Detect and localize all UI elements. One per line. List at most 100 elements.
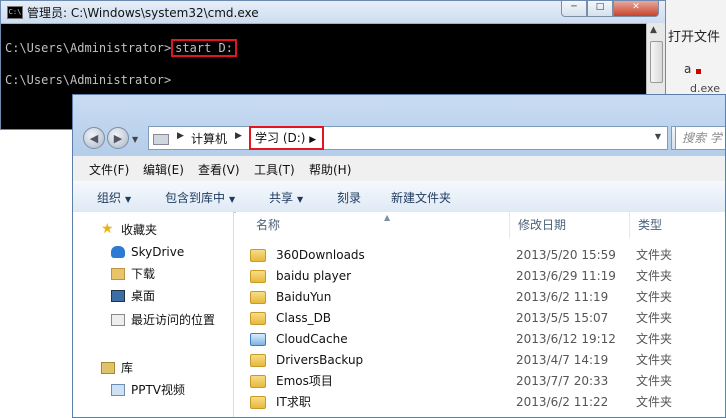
folder-icon: [250, 375, 266, 388]
table-row[interactable]: Class_DB 2013/5/5 15:07 文件夹: [236, 308, 725, 329]
file-type: 文件夹: [636, 395, 673, 409]
file-date: 2013/6/12 19:12: [516, 332, 616, 346]
scroll-up-icon[interactable]: ▲: [650, 25, 657, 35]
sort-up-icon: ▲: [384, 213, 391, 222]
column-header-date[interactable]: 修改日期: [510, 212, 630, 238]
library-icon: [101, 362, 115, 374]
cmd-line: C:\Users\Administrator>: [5, 73, 171, 87]
tool-label: 包含到库中: [165, 191, 226, 205]
organize-button[interactable]: 组织 ▼: [97, 189, 131, 206]
nav-libraries[interactable]: 库: [101, 358, 134, 378]
nav-item-desktop[interactable]: 桌面: [111, 286, 155, 306]
nav-favorites[interactable]: ★ 收藏夹: [101, 220, 158, 240]
file-list[interactable]: 名称 ▲ 修改日期 类型 360Downloads 2013/5/20 15:59…: [236, 212, 725, 417]
file-date: 2013/5/5 15:07: [516, 311, 609, 325]
share-button[interactable]: 共享 ▼: [269, 189, 303, 206]
nav-label: PPTV视频: [131, 383, 186, 397]
file-date: 2013/6/29 11:19: [516, 269, 616, 283]
file-type: 文件夹: [636, 353, 673, 367]
cmd-command-highlight: start D:: [171, 39, 237, 57]
red-square-icon: [696, 69, 701, 74]
column-label: 名称: [256, 218, 281, 232]
chevron-down-icon: ▼: [125, 195, 132, 204]
recent-places-icon: [111, 314, 125, 326]
menu-help[interactable]: 帮助(H): [309, 161, 351, 178]
cmd-title-bar[interactable]: C:\ 管理员: C:\Windows\system32\cmd.exe ─ □…: [1, 1, 665, 24]
file-type: 文件夹: [636, 311, 673, 325]
back-arrow-icon[interactable]: ◀: [83, 127, 105, 149]
menu-file[interactable]: 文件(F): [89, 161, 129, 178]
table-row[interactable]: baidu player 2013/6/29 11:19 文件夹: [236, 266, 725, 287]
desktop-icon: [111, 290, 125, 302]
breadcrumb-chevron-icon[interactable]: ▶: [177, 131, 184, 141]
close-button[interactable]: ✕: [613, 1, 659, 17]
table-row[interactable]: IT求职 2013/6/2 11:22 文件夹: [236, 392, 725, 413]
address-bar[interactable]: ▶ 计算机 ▶ 学习 (D:) ▶ ▼: [148, 126, 668, 150]
include-in-library-button[interactable]: 包含到库中 ▼: [165, 189, 235, 206]
nav-label: 库: [121, 361, 134, 375]
file-type: 文件夹: [636, 374, 673, 388]
cmd-window-title: 管理员: C:\Windows\system32\cmd.exe: [27, 6, 259, 20]
cmd-prompt: C:\Users\Administrator>: [5, 73, 172, 87]
navigation-pane[interactable]: ★ 收藏夹 SkyDrive 下载 桌面 最近访问的位置 库 PPTV视频: [73, 212, 234, 417]
table-row[interactable]: 360Downloads 2013/5/20 15:59 文件夹: [236, 245, 725, 266]
menu-tools[interactable]: 工具(T): [254, 161, 295, 178]
file-name: 360Downloads: [276, 248, 365, 262]
breadcrumb-drive-d[interactable]: 学习 (D:) ▶: [249, 126, 325, 150]
file-type: 文件夹: [636, 290, 673, 304]
file-type: 文件夹: [636, 248, 673, 262]
file-name: BaiduYun: [276, 290, 332, 304]
nav-item-skydrive[interactable]: SkyDrive: [111, 242, 185, 262]
background-text: 打开文件: [668, 30, 721, 45]
column-header-name[interactable]: 名称 ▲: [248, 212, 510, 238]
breadcrumb-computer[interactable]: 计算机: [191, 130, 227, 147]
minimize-button[interactable]: ─: [561, 1, 587, 17]
search-input[interactable]: 搜索 学: [675, 126, 725, 150]
breadcrumb-chevron-icon[interactable]: ▶: [309, 135, 316, 145]
nav-item-recent-places[interactable]: 最近访问的位置: [111, 310, 216, 330]
new-folder-button[interactable]: 新建文件夹: [391, 189, 451, 206]
breadcrumb-chevron-icon[interactable]: ▶: [235, 131, 242, 141]
nav-label: 收藏夹: [121, 223, 158, 237]
folder-icon: [250, 270, 266, 283]
recent-pages-chevron-icon[interactable]: ▼: [132, 135, 138, 144]
maximize-button[interactable]: □: [587, 1, 613, 17]
burn-button[interactable]: 刻录: [337, 189, 361, 206]
scroll-thumb[interactable]: [650, 41, 663, 83]
table-row[interactable]: BaiduYun 2013/6/2 11:19 文件夹: [236, 287, 725, 308]
cmd-prompt: C:\Users\Administrator>: [5, 41, 172, 55]
folder-icon: [250, 312, 266, 325]
nav-label: 最近访问的位置: [131, 313, 216, 327]
explorer-window[interactable]: ◀ ▶ ▼ ▶ 计算机 ▶ 学习 (D:) ▶ ▼ ↻ 搜索 学 文件(F) 编…: [72, 94, 726, 418]
folder-icon: [250, 249, 266, 262]
column-header-type[interactable]: 类型: [630, 212, 710, 238]
chevron-down-icon: ▼: [297, 195, 304, 204]
folder-icon: [250, 291, 266, 304]
cloud-icon: [111, 246, 125, 258]
table-row[interactable]: Emos项目 2013/7/7 20:33 文件夹: [236, 371, 725, 392]
table-row[interactable]: DriversBackup 2013/4/7 14:19 文件夹: [236, 350, 725, 371]
folder-icon: [250, 396, 266, 409]
explorer-header: ◀ ▶ ▼ ▶ 计算机 ▶ 学习 (D:) ▶ ▼ ↻ 搜索 学: [73, 95, 725, 156]
nav-item-pptv[interactable]: PPTV视频: [111, 380, 186, 400]
nav-label: SkyDrive: [131, 245, 185, 259]
folder-icon: [250, 354, 266, 367]
forward-arrow-icon[interactable]: ▶: [107, 127, 129, 149]
table-row[interactable]: CloudCache 2013/6/12 19:12 文件夹: [236, 329, 725, 350]
tool-label: 组织: [97, 191, 122, 205]
computer-icon: [153, 134, 169, 145]
background-text: a: [684, 62, 692, 76]
star-icon: ★: [101, 221, 114, 237]
nav-label: 下载: [131, 267, 156, 281]
menu-edit[interactable]: 编辑(E): [143, 161, 184, 178]
nav-item-downloads[interactable]: 下载: [111, 264, 156, 284]
file-type: 文件夹: [636, 269, 673, 283]
file-date: 2013/6/2 11:19: [516, 290, 609, 304]
address-dropdown-icon[interactable]: ▼: [655, 132, 661, 141]
menu-view[interactable]: 查看(V): [198, 161, 240, 178]
chevron-down-icon: ▼: [229, 195, 236, 204]
file-date: 2013/5/20 15:59: [516, 248, 616, 262]
cmd-icon: C:\: [7, 6, 23, 19]
file-type: 文件夹: [636, 332, 673, 346]
menu-bar: 文件(F) 编辑(E) 查看(V) 工具(T) 帮助(H): [73, 156, 725, 182]
